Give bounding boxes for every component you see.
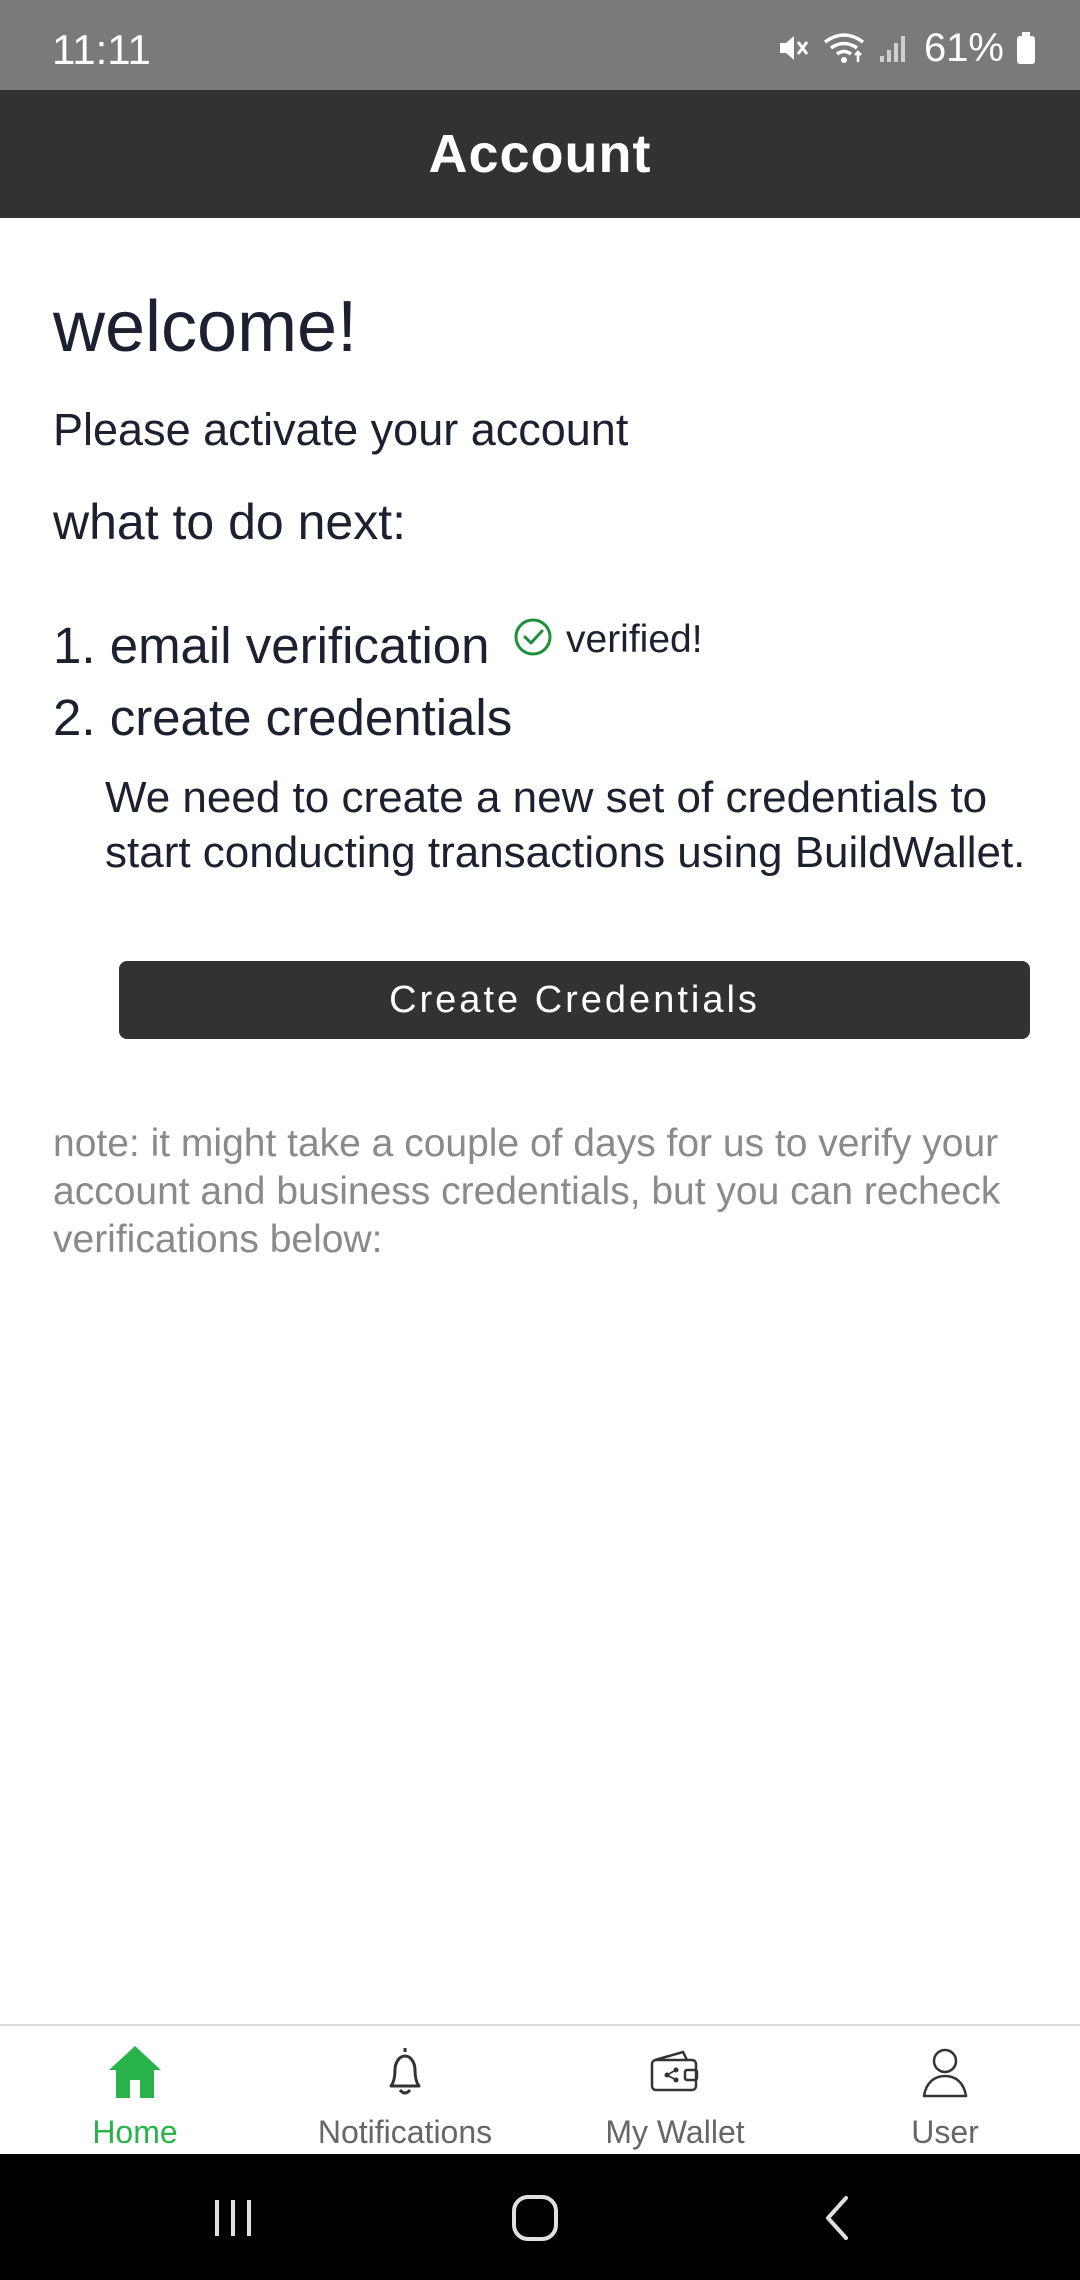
next-steps-heading: what to do next:	[53, 494, 407, 550]
step-create-credentials: 2. create credentials	[53, 689, 513, 746]
verification-note: note: it might take a couple of days for…	[53, 1122, 1001, 1261]
home-circle-icon	[512, 2195, 558, 2241]
battery-percent: 61%	[923, 25, 1004, 70]
recent-apps-button[interactable]	[193, 2186, 273, 2250]
welcome-heading: welcome!	[53, 287, 358, 367]
back-chevron-icon	[826, 2196, 848, 2240]
tab-my-wallet[interactable]: My Wallet	[540, 2026, 810, 2156]
app-header: Account	[0, 90, 1080, 218]
bottom-tab-bar: Home Notifications My Wallet User	[0, 2024, 1080, 2156]
tab-home[interactable]: Home	[0, 2026, 270, 2156]
create-credentials-button[interactable]: Create Credentials	[119, 961, 1030, 1039]
tab-my-wallet-label: My Wallet	[605, 2114, 745, 2150]
back-button[interactable]	[798, 2186, 878, 2250]
tab-notifications[interactable]: Notifications	[270, 2026, 540, 2156]
wallet-icon	[643, 2040, 707, 2104]
home-icon	[103, 2040, 167, 2104]
user-icon	[913, 2040, 977, 2104]
status-bar: 11:11 61%	[0, 0, 1080, 90]
signal-icon	[878, 32, 908, 64]
step-email-verification: 1. email verification	[53, 617, 490, 674]
bell-icon	[373, 2040, 437, 2104]
tab-notifications-label: Notifications	[317, 2114, 493, 2150]
tab-user[interactable]: User	[810, 2026, 1080, 2156]
mute-icon	[776, 31, 810, 65]
tab-home-label: Home	[92, 2114, 178, 2150]
status-time: 11:11	[52, 26, 151, 73]
battery-icon	[1016, 31, 1036, 65]
recent-apps-icon	[215, 2200, 251, 2236]
wifi-icon	[822, 30, 866, 66]
tab-user-label: User	[911, 2114, 979, 2150]
verified-label: verified!	[566, 617, 703, 661]
status-icons: 61%	[776, 26, 1036, 70]
home-system-button[interactable]	[495, 2186, 575, 2250]
system-nav-bar	[0, 2154, 1080, 2280]
credentials-description: We need to create a new set of credentia…	[105, 773, 1026, 877]
verified-status: verified!	[512, 616, 703, 663]
activate-prompt: Please activate your account	[53, 404, 629, 455]
check-circle-icon	[512, 616, 554, 663]
page-title: Account	[428, 124, 652, 184]
